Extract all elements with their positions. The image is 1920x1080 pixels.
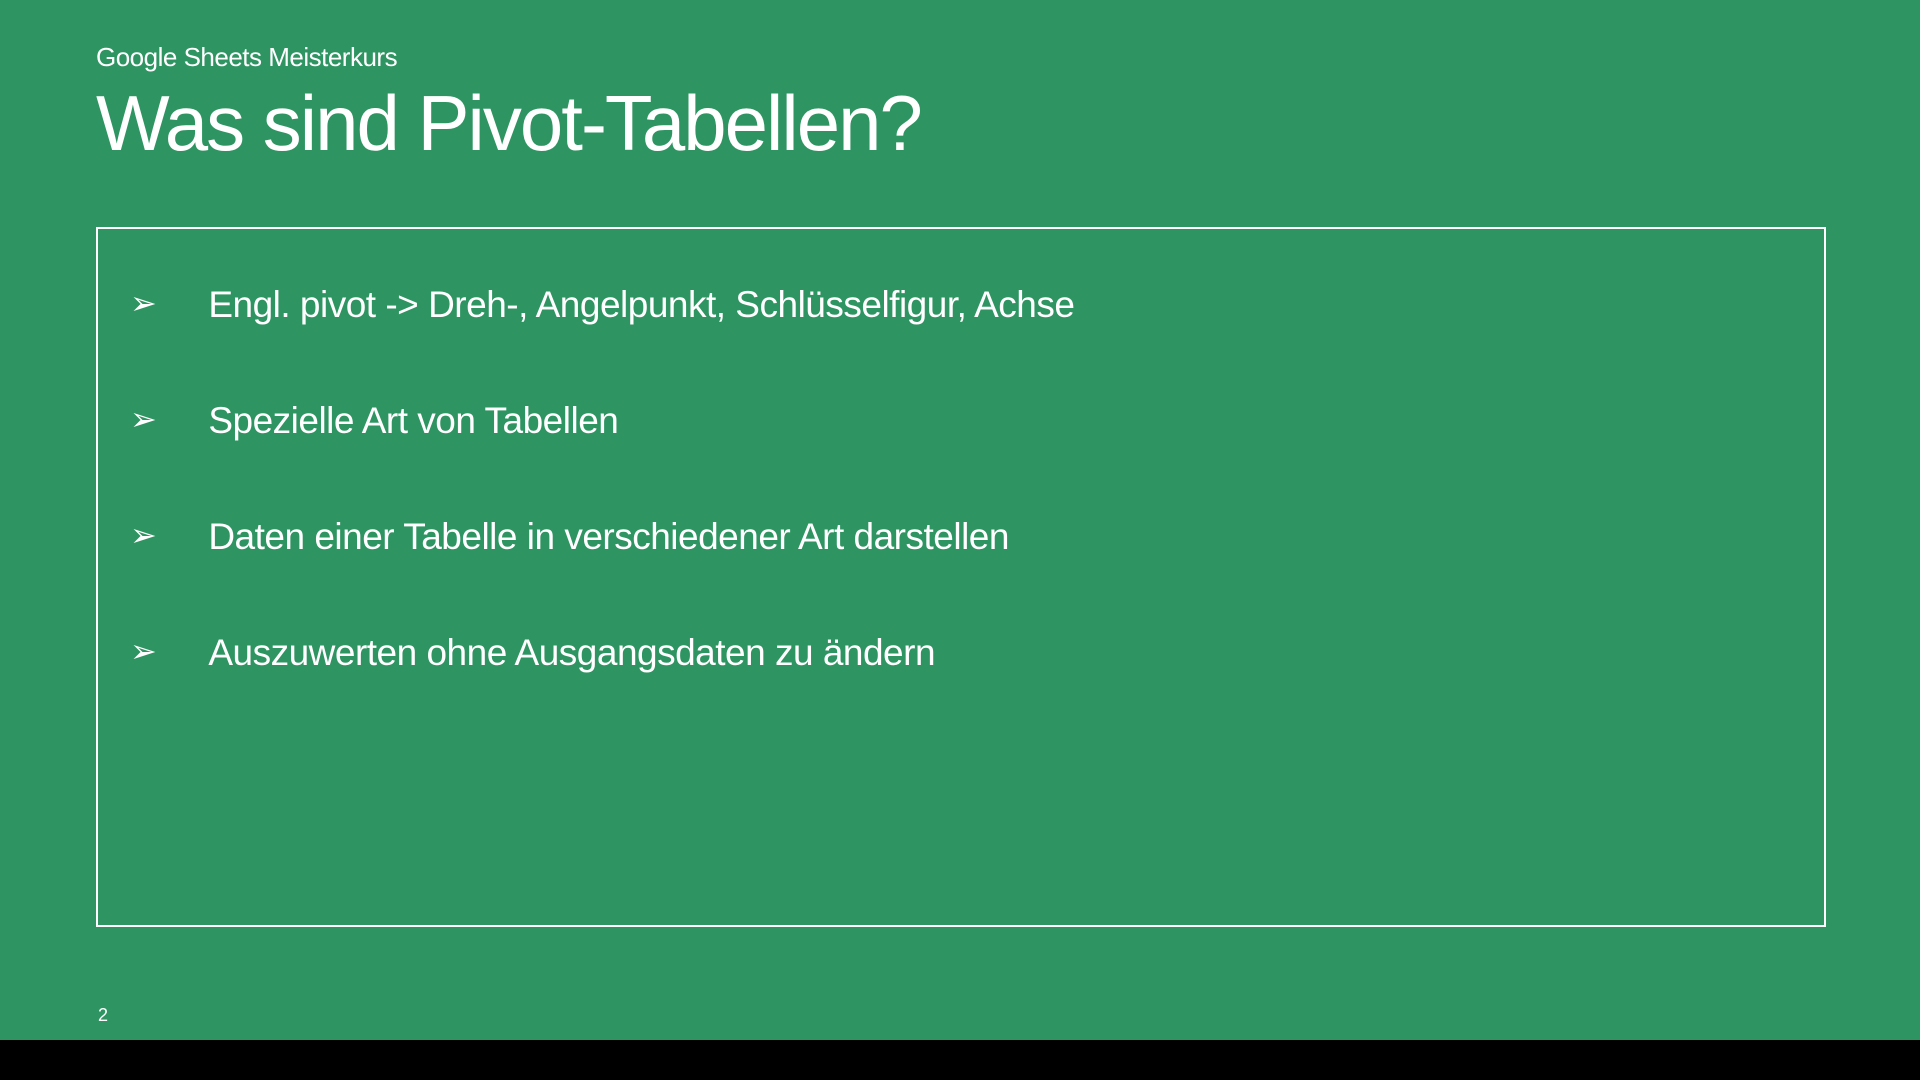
bullet-icon: ➢ <box>130 281 156 326</box>
bullet-icon: ➢ <box>130 629 156 674</box>
bullet-list: ➢ Engl. pivot -> Dreh-, Angelpunkt, Schl… <box>128 281 1794 677</box>
bullet-text: Spezielle Art von Tabellen <box>208 397 618 445</box>
bullet-icon: ➢ <box>130 397 156 442</box>
slide-subtitle: Google Sheets Meisterkurs <box>96 42 1824 73</box>
content-box: ➢ Engl. pivot -> Dreh-, Angelpunkt, Schl… <box>96 227 1826 927</box>
page-number: 2 <box>98 1005 108 1026</box>
bottom-bar <box>0 1040 1920 1080</box>
slide-title: Was sind Pivot-Tabellen? <box>96 81 1824 167</box>
presentation-slide: Google Sheets Meisterkurs Was sind Pivot… <box>0 0 1920 1040</box>
bullet-icon: ➢ <box>130 513 156 558</box>
list-item: ➢ Daten einer Tabelle in verschiedener A… <box>128 513 1794 561</box>
list-item: ➢ Spezielle Art von Tabellen <box>128 397 1794 445</box>
bullet-text: Engl. pivot -> Dreh-, Angelpunkt, Schlüs… <box>208 281 1074 329</box>
list-item: ➢ Auszuwerten ohne Ausgangsdaten zu ände… <box>128 629 1794 677</box>
bullet-text: Daten einer Tabelle in verschiedener Art… <box>208 513 1009 561</box>
list-item: ➢ Engl. pivot -> Dreh-, Angelpunkt, Schl… <box>128 281 1794 329</box>
bullet-text: Auszuwerten ohne Ausgangsdaten zu ändern <box>208 629 935 677</box>
